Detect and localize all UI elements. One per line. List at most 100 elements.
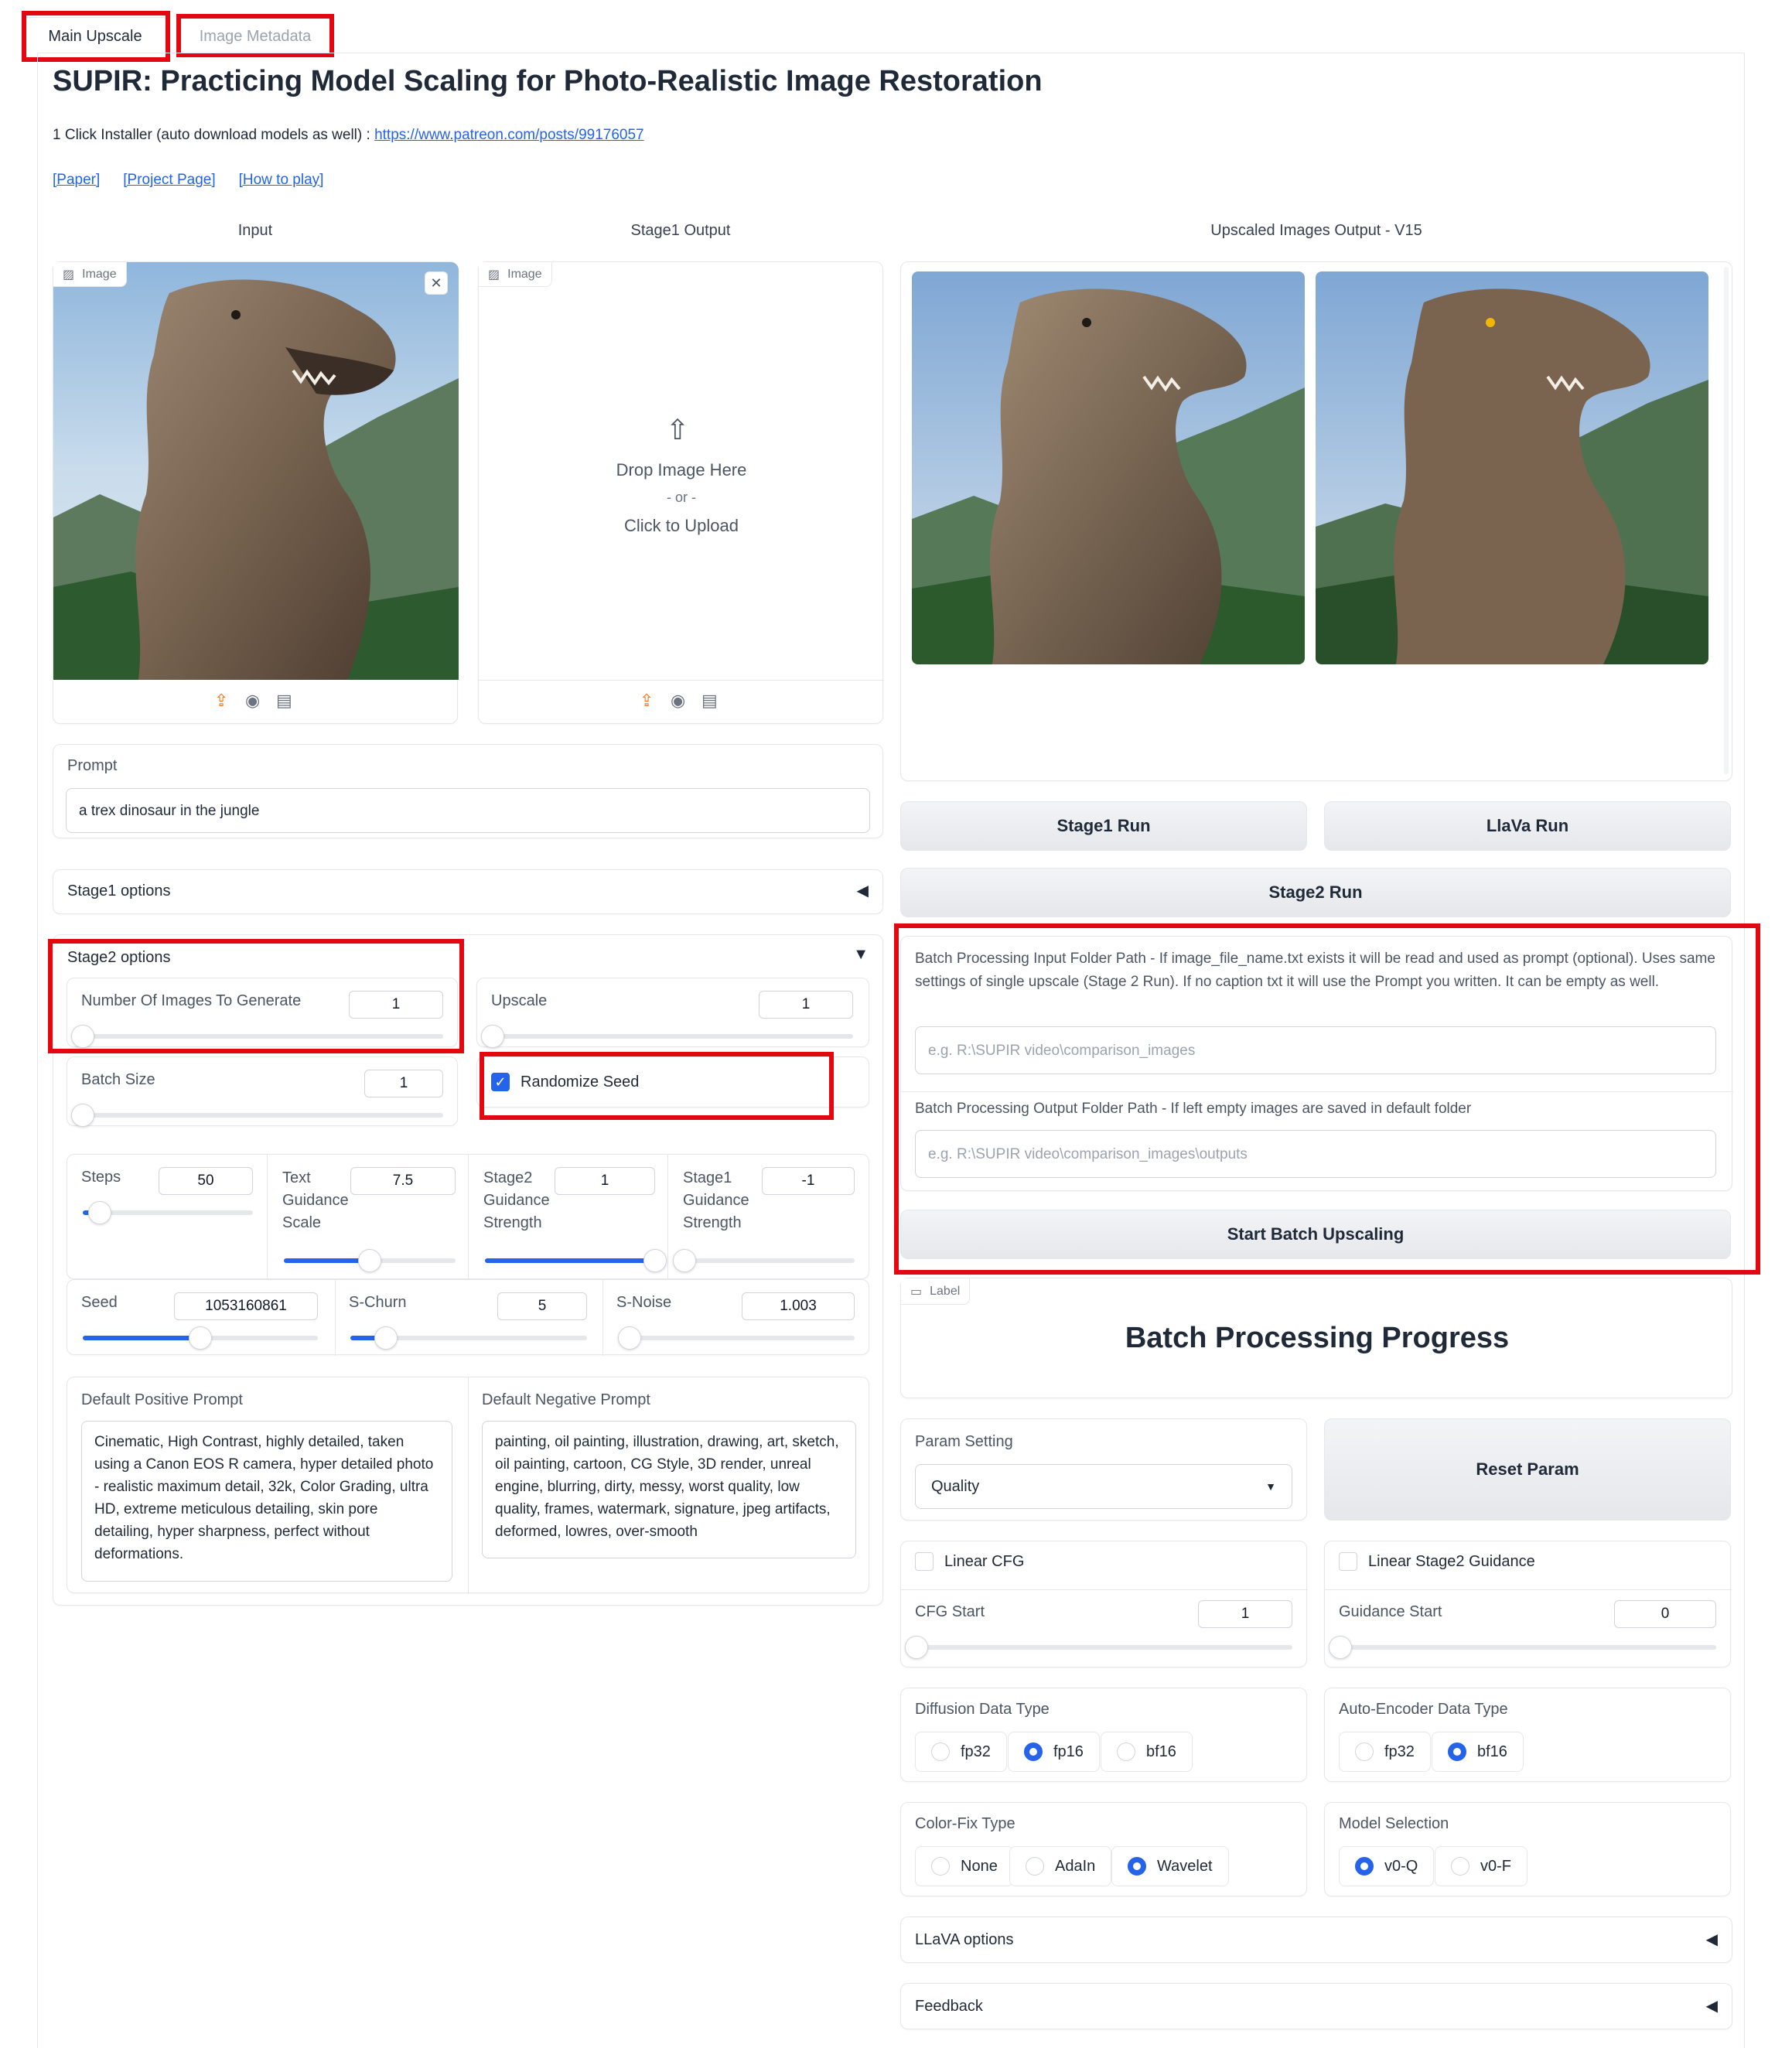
radio-button[interactable] <box>931 1743 950 1761</box>
slider-handle[interactable] <box>618 1326 642 1350</box>
seed-input[interactable]: 1053160861 <box>174 1292 318 1320</box>
batch-size-input[interactable]: 1 <box>364 1070 443 1097</box>
param-setting-dropdown[interactable]: Quality ▼ <box>915 1464 1292 1509</box>
prompt-input[interactable]: a trex dinosaur in the jungle <box>66 788 870 833</box>
text-guidance-input[interactable]: 7.5 <box>350 1167 456 1195</box>
s-noise-slider[interactable] <box>618 1336 855 1340</box>
stage2-guidance-input[interactable]: 1 <box>555 1167 655 1195</box>
reset-param-button[interactable]: Reset Param <box>1324 1418 1731 1521</box>
batch-size-slider[interactable] <box>83 1113 443 1118</box>
stage1-options-accordion[interactable]: Stage1 options ◀ <box>53 869 883 914</box>
slider-handle[interactable] <box>1329 1636 1352 1659</box>
s-noise-input[interactable]: 1.003 <box>742 1292 855 1320</box>
radio-option-fp32[interactable]: fp32 <box>1339 1732 1431 1772</box>
radio-option-bf16[interactable]: bf16 <box>1101 1732 1193 1772</box>
radio-option-bf16[interactable]: bf16 <box>1432 1732 1524 1772</box>
linear-stage2-checkbox[interactable] <box>1339 1552 1357 1571</box>
upload-icon[interactable]: ⇪ <box>214 691 228 711</box>
label-icon: ▭ <box>910 1285 923 1299</box>
tab-image-metadata[interactable]: Image Metadata <box>179 17 331 56</box>
input-image-tag-label: Image <box>82 267 117 281</box>
radio-button[interactable] <box>931 1857 950 1876</box>
llava-options-accordion[interactable]: LLaVA options ◀ <box>900 1917 1732 1963</box>
radio-option-v0-q[interactable]: v0-Q <box>1339 1846 1435 1886</box>
batch-input-path[interactable]: e.g. R:\SUPIR video\comparison_images <box>915 1026 1716 1074</box>
slider-handle[interactable] <box>358 1249 381 1272</box>
slider-handle[interactable] <box>905 1636 928 1659</box>
expand-arrow-icon[interactable]: ▼ <box>853 946 869 964</box>
cfg-start-input[interactable]: 1 <box>1198 1600 1292 1628</box>
feedback-accordion[interactable]: Feedback ◀ <box>900 1983 1732 2029</box>
radio-button[interactable] <box>1451 1857 1469 1876</box>
project-page-link[interactable]: [Project Page] <box>123 172 215 189</box>
cfg-start-slider[interactable] <box>916 1645 1292 1650</box>
text-guidance-label-line1: Text <box>282 1169 311 1186</box>
stage1-guidance-slider[interactable] <box>684 1258 855 1263</box>
clear-image-button[interactable]: ✕ <box>425 271 448 295</box>
guidance-start-slider[interactable] <box>1340 1645 1716 1650</box>
radio-label: v0-F <box>1480 1857 1511 1875</box>
slider-handle[interactable] <box>481 1025 504 1048</box>
radio-option-v0-f[interactable]: v0-F <box>1435 1846 1527 1886</box>
radio-option-none[interactable]: None <box>915 1846 1014 1886</box>
radio-button[interactable] <box>1128 1857 1146 1876</box>
radio-button[interactable] <box>1355 1743 1374 1761</box>
radio-option-fp16[interactable]: fp16 <box>1008 1732 1100 1772</box>
num-images-input[interactable]: 1 <box>349 991 443 1019</box>
steps-input[interactable]: 50 <box>159 1167 253 1195</box>
radio-button[interactable] <box>1026 1857 1044 1876</box>
stage1-run-button[interactable]: Stage1 Run <box>900 801 1307 851</box>
randomize-seed-row[interactable]: ✓ Randomize Seed <box>491 1073 639 1091</box>
slider-handle[interactable] <box>71 1104 94 1127</box>
batch-output-path[interactable]: e.g. R:\SUPIR video\comparison_images\ou… <box>915 1130 1716 1178</box>
start-batch-button[interactable]: Start Batch Upscaling <box>900 1210 1731 1259</box>
slider-fill <box>485 1258 655 1263</box>
radio-button[interactable] <box>1024 1743 1043 1761</box>
randomize-seed-checkbox[interactable]: ✓ <box>491 1073 510 1091</box>
progress-tag-label: Label <box>930 1284 961 1298</box>
slider-handle[interactable] <box>189 1326 212 1350</box>
slider-handle[interactable] <box>88 1201 111 1224</box>
s-churn-input[interactable]: 5 <box>497 1292 587 1320</box>
installer-link[interactable]: https://www.patreon.com/posts/99176057 <box>374 127 644 143</box>
radio-button[interactable] <box>1448 1743 1466 1761</box>
randomize-seed-control[interactable]: ✓ Randomize Seed <box>476 1056 869 1108</box>
stage1-guidance-input[interactable]: -1 <box>762 1167 855 1195</box>
input-image-card[interactable]: ▨ Image ✕ ⇪ ◉ ▤ <box>53 261 459 724</box>
stage2-options-label[interactable]: Stage2 options <box>67 949 170 967</box>
tab-main-upscale[interactable]: Main Upscale <box>23 17 167 56</box>
radio-option-wavelet[interactable]: Wavelet <box>1111 1846 1229 1886</box>
clipboard-icon[interactable]: ▤ <box>701 691 718 711</box>
stage2-run-button[interactable]: Stage2 Run <box>900 868 1731 917</box>
linear-cfg-row[interactable]: Linear CFG <box>915 1552 1024 1571</box>
radio-option-fp32[interactable]: fp32 <box>915 1732 1007 1772</box>
slider-handle[interactable] <box>374 1326 398 1350</box>
num-images-slider[interactable] <box>83 1034 443 1039</box>
guidance-start-input[interactable]: 0 <box>1614 1600 1716 1628</box>
upscale-input[interactable]: 1 <box>759 991 853 1019</box>
slider-handle[interactable] <box>71 1025 94 1048</box>
upscaled-image-1[interactable] <box>912 271 1305 664</box>
webcam-icon[interactable]: ◉ <box>245 691 260 711</box>
upscale-slider[interactable] <box>493 1034 853 1039</box>
upload-icon[interactable]: ⇪ <box>640 691 654 711</box>
linear-cfg-checkbox[interactable] <box>915 1552 934 1571</box>
slider-handle[interactable] <box>673 1249 696 1272</box>
radio-button[interactable] <box>1355 1857 1374 1876</box>
gallery-scrollbar[interactable] <box>1724 267 1729 774</box>
how-to-play-link[interactable]: [How to play] <box>239 172 324 189</box>
clipboard-icon[interactable]: ▤ <box>276 691 292 711</box>
llava-run-button[interactable]: LlaVa Run <box>1324 801 1731 851</box>
radio-button[interactable] <box>1117 1743 1135 1761</box>
radio-option-adain[interactable]: AdaIn <box>1009 1846 1112 1886</box>
linear-stage2-row[interactable]: Linear Stage2 Guidance <box>1339 1552 1535 1571</box>
slider-handle[interactable] <box>643 1249 667 1272</box>
upscaled-gallery[interactable] <box>900 261 1732 781</box>
stage1-output-card[interactable]: ▨ Image ⇧ Drop Image Here - or - Click to… <box>478 261 884 724</box>
upscaled-image-2[interactable] <box>1316 271 1708 664</box>
negative-prompt-input[interactable]: painting, oil painting, illustration, dr… <box>482 1421 856 1558</box>
webcam-icon[interactable]: ◉ <box>671 691 685 711</box>
divider <box>1325 1589 1732 1590</box>
positive-prompt-input[interactable]: Cinematic, High Contrast, highly detaile… <box>81 1421 452 1582</box>
paper-link[interactable]: [Paper] <box>53 172 100 189</box>
